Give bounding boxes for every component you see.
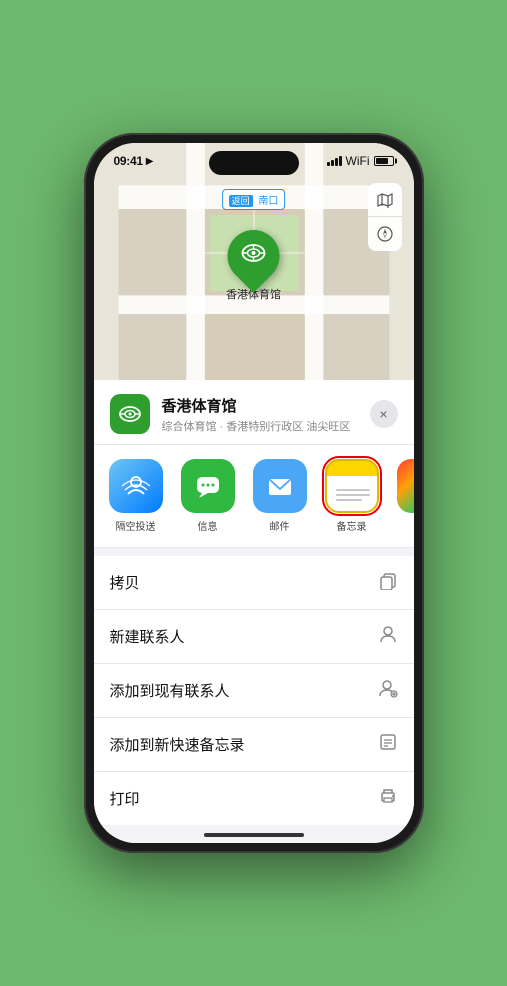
pin-inner — [241, 240, 267, 272]
airdrop-icon-box — [109, 459, 163, 513]
action-row-add-existing-contact[interactable]: 添加到现有联系人 — [94, 664, 414, 718]
map-area: 返回 南口 — [94, 143, 414, 380]
venue-icon — [110, 394, 150, 434]
action-row-new-contact[interactable]: 新建联系人 — [94, 610, 414, 664]
share-item-airdrop[interactable]: 隔空投送 — [104, 459, 168, 533]
messages-label: 信息 — [198, 518, 218, 533]
close-button[interactable]: × — [370, 400, 398, 428]
add-existing-contact-label: 添加到现有联系人 — [110, 680, 230, 701]
bottom-sheet: 香港体育馆 综合体育馆 · 香港特别行政区 油尖旺区 × — [94, 380, 414, 843]
signal-bar-4 — [339, 156, 342, 166]
map-label-text: 南口 — [258, 196, 278, 207]
share-item-more[interactable]: 推 — [392, 459, 414, 533]
location-icon: ▶ — [146, 156, 154, 167]
battery-icon — [374, 156, 394, 166]
phone-frame: 09:41 ▶ WiFi — [84, 133, 424, 853]
label-badge: 返回 — [229, 195, 253, 207]
battery-fill — [376, 158, 389, 164]
map-controls — [368, 183, 402, 251]
venue-name: 香港体育馆 — [162, 395, 358, 416]
wifi-icon: WiFi — [346, 154, 370, 168]
signal-bar-2 — [331, 160, 334, 166]
stadium-pin: 香港体育馆 — [226, 230, 281, 302]
pin-circle — [217, 219, 291, 293]
messages-icon-box — [181, 459, 235, 513]
airdrop-label: 隔空投送 — [116, 518, 156, 533]
notes-line-3 — [336, 499, 362, 501]
notes-icon-box — [325, 459, 379, 513]
new-contact-icon — [378, 624, 398, 649]
add-quick-note-label: 添加到新快速备忘录 — [110, 734, 245, 755]
map-label: 返回 南口 — [222, 189, 286, 210]
signal-bar-3 — [335, 158, 338, 166]
new-contact-label: 新建联系人 — [110, 626, 185, 647]
add-existing-contact-icon — [378, 678, 398, 703]
phone-screen: 09:41 ▶ WiFi — [94, 143, 414, 843]
home-indicator — [204, 833, 304, 837]
dynamic-island — [209, 151, 299, 175]
venue-info: 香港体育馆 综合体育馆 · 香港特别行政区 油尖旺区 — [162, 395, 358, 434]
status-time: 09:41 — [114, 154, 143, 168]
mail-label: 邮件 — [270, 518, 290, 533]
notes-line-2 — [336, 494, 370, 496]
home-indicator-area — [94, 825, 414, 843]
print-icon — [378, 786, 398, 811]
print-label: 打印 — [110, 788, 140, 809]
map-type-button[interactable] — [368, 183, 402, 217]
copy-icon — [378, 570, 398, 595]
notes-lines — [328, 483, 376, 507]
share-row: 隔空投送 信息 — [94, 445, 414, 548]
signal-bar-1 — [327, 162, 330, 166]
notes-line-1 — [336, 489, 370, 491]
venue-desc: 综合体育馆 · 香港特别行政区 油尖旺区 — [162, 418, 358, 434]
share-item-notes[interactable]: 备忘录 — [320, 459, 384, 533]
action-row-add-quick-note[interactable]: 添加到新快速备忘录 — [94, 718, 414, 772]
add-quick-note-icon — [378, 732, 398, 757]
action-row-print[interactable]: 打印 — [94, 772, 414, 825]
share-item-messages[interactable]: 信息 — [176, 459, 240, 533]
signal-bars — [327, 156, 342, 166]
action-row-copy[interactable]: 拷贝 — [94, 556, 414, 610]
notes-label: 备忘录 — [337, 518, 367, 533]
more-icon-box — [397, 459, 414, 513]
share-item-mail[interactable]: 邮件 — [248, 459, 312, 533]
action-list: 拷贝 新建联系人 添加到现有联系人 — [94, 556, 414, 825]
status-icons: WiFi — [327, 154, 394, 168]
copy-label: 拷贝 — [110, 572, 140, 593]
sheet-header: 香港体育馆 综合体育馆 · 香港特别行政区 油尖旺区 × — [94, 380, 414, 445]
compass-button[interactable] — [368, 217, 402, 251]
mail-icon-box — [253, 459, 307, 513]
